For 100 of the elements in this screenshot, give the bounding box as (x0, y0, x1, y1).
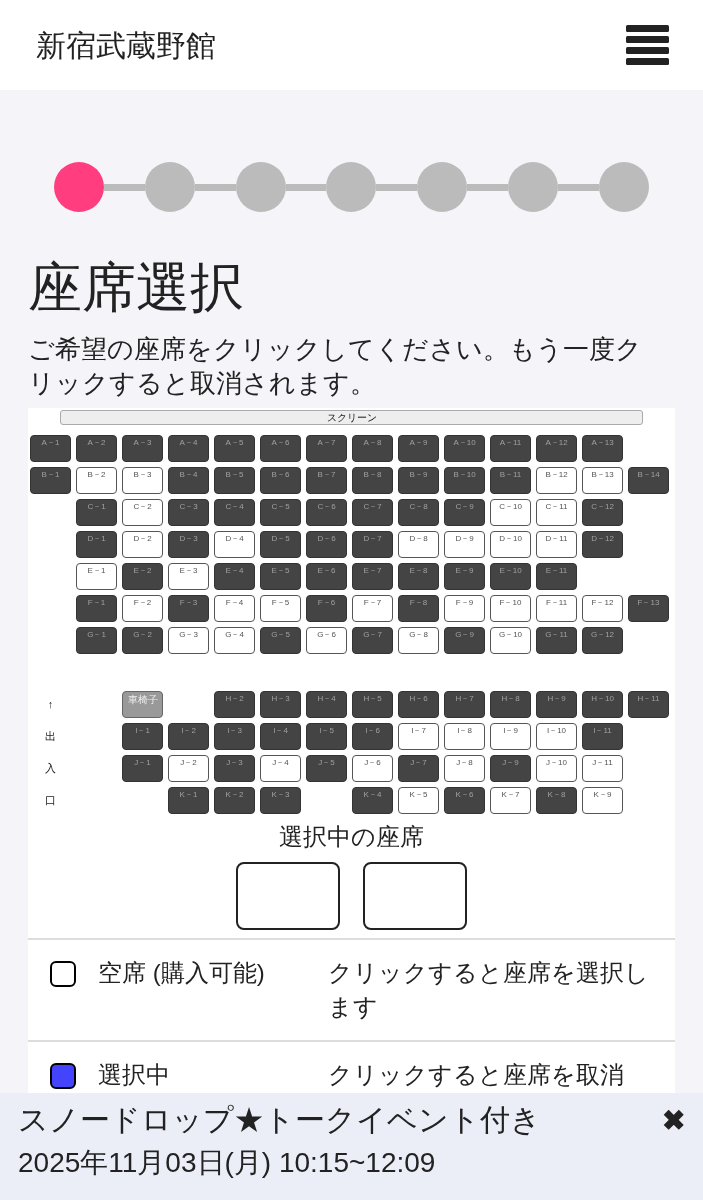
seat[interactable]: G－3 (168, 627, 209, 654)
seat[interactable]: C－5 (260, 499, 301, 526)
seat[interactable]: G－4 (214, 627, 255, 654)
seat[interactable]: I－7 (398, 723, 439, 750)
seat[interactable]: G－8 (398, 627, 439, 654)
seat[interactable]: A－12 (536, 435, 577, 462)
seat[interactable]: K－2 (214, 787, 255, 814)
seat[interactable]: C－7 (352, 499, 393, 526)
seat[interactable]: B－1 (30, 467, 71, 494)
seat[interactable]: E－5 (260, 563, 301, 590)
seat[interactable]: C－6 (306, 499, 347, 526)
seat[interactable]: C－2 (122, 499, 163, 526)
seat[interactable]: K－1 (168, 787, 209, 814)
seat[interactable]: G－7 (352, 627, 393, 654)
seat[interactable]: D－2 (122, 531, 163, 558)
seat[interactable]: G－5 (260, 627, 301, 654)
seat[interactable]: G－2 (122, 627, 163, 654)
seat[interactable]: A－7 (306, 435, 347, 462)
seat[interactable]: D－4 (214, 531, 255, 558)
seat[interactable]: E－3 (168, 563, 209, 590)
seat[interactable]: A－2 (76, 435, 117, 462)
seat[interactable]: A－5 (214, 435, 255, 462)
seat[interactable]: F－13 (628, 595, 669, 622)
seat[interactable]: I－5 (306, 723, 347, 750)
seat[interactable]: H－8 (490, 691, 531, 718)
seat[interactable]: F－1 (76, 595, 117, 622)
seat[interactable]: J－8 (444, 755, 485, 782)
seat[interactable]: B－10 (444, 467, 485, 494)
seat[interactable]: G－6 (306, 627, 347, 654)
seat[interactable]: J－10 (536, 755, 577, 782)
close-button[interactable]: ✖ (662, 1107, 685, 1135)
seat[interactable]: E－1 (76, 563, 117, 590)
seat[interactable]: J－9 (490, 755, 531, 782)
seat[interactable]: G－11 (536, 627, 577, 654)
seat[interactable]: H－6 (398, 691, 439, 718)
seat[interactable]: I－10 (536, 723, 577, 750)
seat[interactable]: K－5 (398, 787, 439, 814)
seat[interactable]: D－1 (76, 531, 117, 558)
seat[interactable]: G－12 (582, 627, 623, 654)
seat[interactable]: F－5 (260, 595, 301, 622)
seat[interactable]: C－1 (76, 499, 117, 526)
seat[interactable]: I－3 (214, 723, 255, 750)
seat[interactable]: J－7 (398, 755, 439, 782)
seat[interactable]: J－6 (352, 755, 393, 782)
seat[interactable]: A－13 (582, 435, 623, 462)
seat[interactable]: A－6 (260, 435, 301, 462)
seat[interactable]: D－9 (444, 531, 485, 558)
seat[interactable]: D－11 (536, 531, 577, 558)
seat[interactable]: E－10 (490, 563, 531, 590)
seat[interactable]: A－3 (122, 435, 163, 462)
seat[interactable]: K－9 (582, 787, 623, 814)
seat[interactable]: A－4 (168, 435, 209, 462)
seat[interactable]: F－4 (214, 595, 255, 622)
seat[interactable]: I－2 (168, 723, 209, 750)
seat[interactable]: E－8 (398, 563, 439, 590)
seat[interactable]: J－4 (260, 755, 301, 782)
seat[interactable]: J－3 (214, 755, 255, 782)
seat[interactable]: A－8 (352, 435, 393, 462)
seat[interactable]: G－1 (76, 627, 117, 654)
seat[interactable]: H－5 (352, 691, 393, 718)
seat[interactable]: F－7 (352, 595, 393, 622)
seat[interactable]: D－5 (260, 531, 301, 558)
seat[interactable]: B－9 (398, 467, 439, 494)
seat[interactable]: K－7 (490, 787, 531, 814)
seat[interactable]: D－3 (168, 531, 209, 558)
seat[interactable]: I－4 (260, 723, 301, 750)
seat[interactable]: B－11 (490, 467, 531, 494)
wheelchair-seat[interactable]: 車椅子 (122, 691, 163, 718)
seat[interactable]: A－1 (30, 435, 71, 462)
seat[interactable]: J－11 (582, 755, 623, 782)
seat[interactable]: F－2 (122, 595, 163, 622)
seat[interactable]: C－10 (490, 499, 531, 526)
seat[interactable]: B－3 (122, 467, 163, 494)
seat[interactable]: D－8 (398, 531, 439, 558)
seat[interactable]: C－11 (536, 499, 577, 526)
seat[interactable]: B－13 (582, 467, 623, 494)
seat[interactable]: H－4 (306, 691, 347, 718)
seat[interactable]: F－11 (536, 595, 577, 622)
seat[interactable]: H－10 (582, 691, 623, 718)
seat[interactable]: K－8 (536, 787, 577, 814)
seat[interactable]: D－12 (582, 531, 623, 558)
seat[interactable]: H－11 (628, 691, 669, 718)
seat[interactable]: C－4 (214, 499, 255, 526)
seat[interactable]: F－9 (444, 595, 485, 622)
seat[interactable]: D－6 (306, 531, 347, 558)
seat[interactable]: C－3 (168, 499, 209, 526)
seat[interactable]: J－1 (122, 755, 163, 782)
seat[interactable]: A－9 (398, 435, 439, 462)
seat[interactable]: C－12 (582, 499, 623, 526)
seat[interactable]: G－9 (444, 627, 485, 654)
seat[interactable]: E－6 (306, 563, 347, 590)
seat[interactable]: H－2 (214, 691, 255, 718)
seat[interactable]: J－5 (306, 755, 347, 782)
seat[interactable]: H－9 (536, 691, 577, 718)
menu-icon[interactable] (626, 25, 669, 65)
seat[interactable]: F－8 (398, 595, 439, 622)
seat[interactable]: I－11 (582, 723, 623, 750)
seat[interactable]: E－7 (352, 563, 393, 590)
seat[interactable]: B－5 (214, 467, 255, 494)
seat[interactable]: C－8 (398, 499, 439, 526)
